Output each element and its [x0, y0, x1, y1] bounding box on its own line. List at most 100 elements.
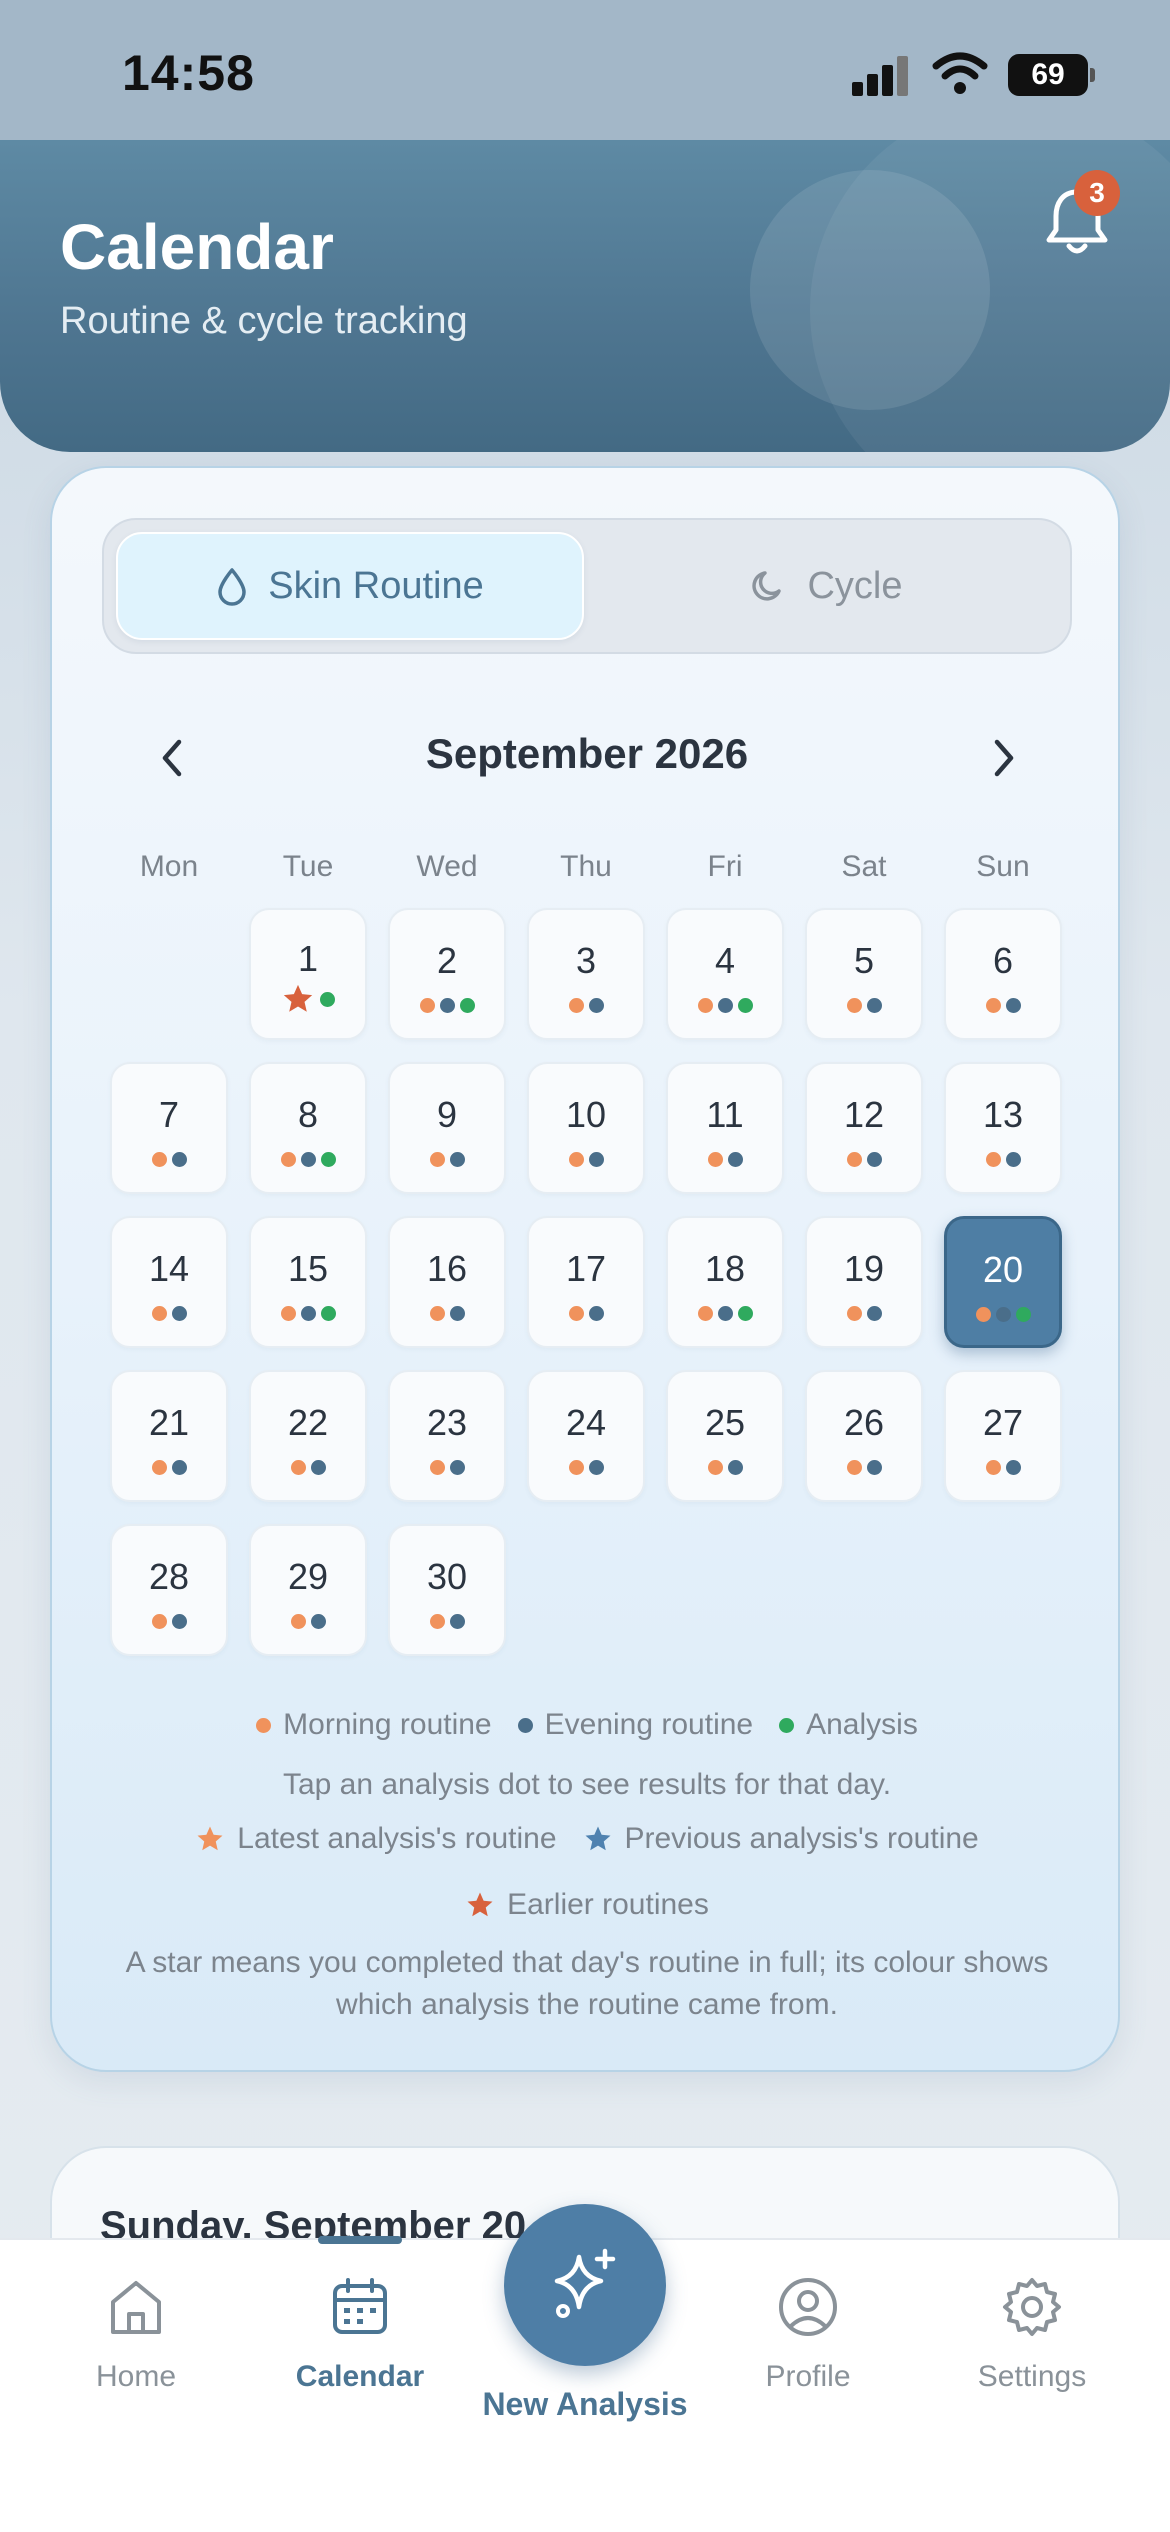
tab-settings[interactable]: Settings [942, 2272, 1122, 2422]
morning-dot-icon [846, 1459, 862, 1475]
morning-dot-icon [568, 1305, 584, 1321]
calendar-day[interactable]: 14 [110, 1216, 228, 1348]
chevron-right-icon [994, 739, 1014, 777]
evening-dot-icon [449, 1305, 465, 1321]
tab-cycle[interactable]: Cycle [592, 532, 1060, 640]
next-month-button[interactable] [974, 728, 1034, 788]
morning-dot-icon [568, 997, 584, 1013]
evening-dot-icon [727, 1459, 743, 1475]
tab-skin-routine[interactable]: Skin Routine [116, 532, 584, 640]
day-number: 30 [426, 1556, 468, 1597]
calendar-day[interactable]: 19 [805, 1216, 923, 1348]
calendar-day[interactable]: 29 [249, 1524, 367, 1656]
calendar-day[interactable]: 9 [388, 1062, 506, 1194]
evening-dot-icon [439, 997, 455, 1013]
analysis-dot-icon[interactable] [320, 1151, 336, 1167]
calendar-day[interactable]: 8 [249, 1062, 367, 1194]
calendar-day[interactable]: 10 [527, 1062, 645, 1194]
weekday-label: Fri [707, 850, 743, 883]
calendar-day[interactable]: 2 [388, 908, 506, 1040]
day-number: 15 [287, 1248, 329, 1289]
calendar-day[interactable]: 23 [388, 1370, 506, 1502]
calendar-day[interactable]: 21 [110, 1370, 228, 1502]
tab-profile[interactable]: Profile [718, 2272, 898, 2422]
day-markers [807, 1300, 921, 1326]
morning-dot-icon [846, 1305, 862, 1321]
analysis-dot-icon[interactable] [320, 1305, 336, 1321]
day-markers [947, 1301, 1059, 1327]
day-number: 10 [565, 1094, 607, 1135]
calendar-day[interactable]: 27 [944, 1370, 1062, 1502]
evening-dot-icon [1005, 1151, 1021, 1167]
day-markers [807, 992, 921, 1018]
page-subtitle: Routine & cycle tracking [60, 300, 468, 342]
day-markers [251, 1608, 365, 1634]
calendar-day[interactable]: 13 [944, 1062, 1062, 1194]
tap-hint: Tap an analysis dot to see results for t… [282, 1768, 892, 1801]
moon-icon [752, 571, 782, 601]
notification-badge: 3 [1074, 170, 1120, 216]
legend-dots: Morning routine Evening routine Analysis [52, 1708, 1122, 1742]
analysis-dot-icon[interactable] [737, 997, 753, 1013]
legend-analysis-label: Analysis [806, 1708, 918, 1741]
evening-dot-icon [310, 1613, 326, 1629]
wifi-icon [932, 52, 988, 94]
day-markers [251, 1300, 365, 1326]
day-number: 21 [148, 1402, 190, 1443]
day-number: 1 [297, 938, 319, 979]
tab-calendar[interactable]: Calendar [270, 2272, 450, 2422]
day-number: 29 [287, 1556, 329, 1597]
calendar-day[interactable]: 4 [666, 908, 784, 1040]
evening-dot-icon [171, 1459, 187, 1475]
calendar-day[interactable]: 17 [527, 1216, 645, 1348]
calendar-icon [333, 2278, 387, 2334]
day-markers [807, 1454, 921, 1480]
calendar-day[interactable]: 22 [249, 1370, 367, 1502]
day-markers [112, 1608, 226, 1634]
sparkles-icon [554, 2248, 616, 2318]
calendar-day[interactable]: 30 [388, 1524, 506, 1656]
calendar-day[interactable]: 5 [805, 908, 923, 1040]
calendar-day[interactable]: 1 [249, 908, 367, 1040]
calendar-day[interactable]: 11 [666, 1062, 784, 1194]
calendar-day[interactable]: 28 [110, 1524, 228, 1656]
day-markers [668, 1146, 782, 1172]
analysis-dot-icon[interactable] [737, 1305, 753, 1321]
day-number: 8 [297, 1094, 319, 1135]
day-number: 19 [843, 1248, 885, 1289]
analysis-dot-icon[interactable] [459, 997, 475, 1013]
calendar-day[interactable]: 3 [527, 908, 645, 1040]
day-number: 4 [714, 940, 736, 981]
calendar-day[interactable]: 7 [110, 1062, 228, 1194]
day-number: 6 [992, 940, 1014, 981]
legend-earlier: Earlier routines [52, 1888, 1122, 1922]
evening-dot-icon [727, 1151, 743, 1167]
day-number: 24 [565, 1402, 607, 1443]
calendar-day[interactable]: 25 [666, 1370, 784, 1502]
tab-home[interactable]: Home [46, 2272, 226, 2422]
calendar-day[interactable]: 18 [666, 1216, 784, 1348]
calendar-day[interactable]: 6 [944, 908, 1062, 1040]
weekday-header: Mon Tue Wed Thu Fri Sat Sun [110, 850, 1076, 890]
calendar-day[interactable]: 12 [805, 1062, 923, 1194]
home-icon [111, 2281, 161, 2334]
day-markers [251, 1146, 365, 1172]
calendar-day[interactable]: 15 [249, 1216, 367, 1348]
weekday-label: Thu [560, 850, 612, 883]
morning-dot-icon [280, 1151, 296, 1167]
day-markers [668, 992, 782, 1018]
new-analysis-button[interactable] [504, 2204, 666, 2366]
day-number: 17 [565, 1248, 607, 1289]
calendar-card: Skin Routine Cycle September 2026 Mon Tu… [50, 466, 1120, 2072]
analysis-dot-icon[interactable] [1015, 1306, 1031, 1322]
droplet-icon [218, 568, 247, 606]
calendar-day[interactable]: 16 [388, 1216, 506, 1348]
calendar-day[interactable]: 26 [805, 1370, 923, 1502]
morning-dot-icon [568, 1459, 584, 1475]
analysis-dot-icon[interactable] [320, 991, 335, 1007]
calendar-day[interactable]: 20 [944, 1216, 1062, 1348]
calendar-day[interactable]: 24 [527, 1370, 645, 1502]
evening-dot-icon [588, 997, 604, 1013]
evening-dot-icon [588, 1459, 604, 1475]
day-number: 27 [982, 1402, 1024, 1443]
